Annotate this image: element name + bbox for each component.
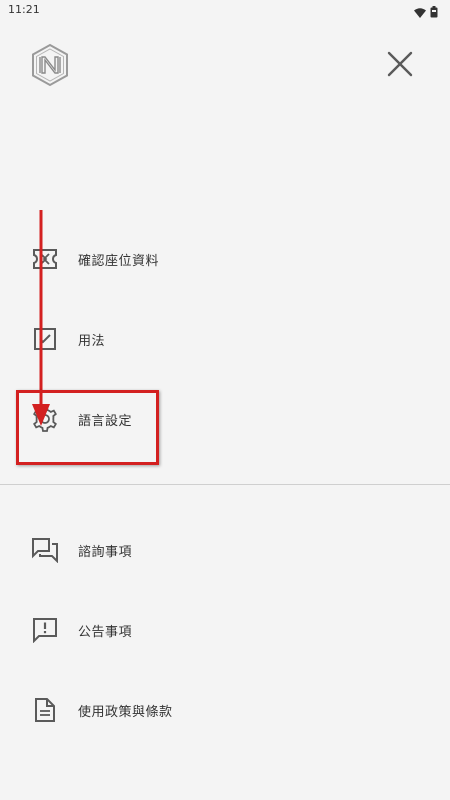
ticket-icon xyxy=(31,245,59,273)
close-icon xyxy=(387,51,413,77)
menu-label-usage: 用法 xyxy=(78,333,106,349)
menu-item-announcements[interactable]: 公告事項 xyxy=(0,600,450,660)
status-bar: 11:21 xyxy=(0,0,450,22)
menu-item-language-settings[interactable]: 語言設定 xyxy=(0,389,450,449)
menu-label-seat-info: 確認座位資料 xyxy=(78,253,160,269)
menu-divider xyxy=(0,484,450,485)
chat-bubbles-icon xyxy=(31,536,59,564)
drawer-screen: 11:21 確認座位資料 用法 語言設定 諮詢事項 公告事項 使用政策與條款 xyxy=(0,0,450,800)
wifi-icon xyxy=(414,3,426,22)
status-icons xyxy=(414,3,438,22)
menu-item-seat-info[interactable]: 確認座位資料 xyxy=(0,229,450,289)
document-icon xyxy=(31,696,59,724)
menu-label-terms-policy: 使用政策與條款 xyxy=(78,704,173,720)
close-button[interactable] xyxy=(384,48,416,80)
check-square-icon xyxy=(31,325,59,353)
gear-icon xyxy=(31,405,59,433)
hexagon-n-logo xyxy=(30,43,70,87)
menu-label-inquiries: 諮詢事項 xyxy=(78,544,133,560)
alert-message-icon xyxy=(31,616,59,644)
battery-icon xyxy=(430,3,438,22)
menu-label-language-settings: 語言設定 xyxy=(78,413,133,429)
menu-item-inquiries[interactable]: 諮詢事項 xyxy=(0,520,450,580)
status-time: 11:21 xyxy=(8,3,40,16)
menu-item-usage[interactable]: 用法 xyxy=(0,309,450,369)
menu-label-announcements: 公告事項 xyxy=(78,624,133,640)
menu-item-terms-policy[interactable]: 使用政策與條款 xyxy=(0,680,450,740)
